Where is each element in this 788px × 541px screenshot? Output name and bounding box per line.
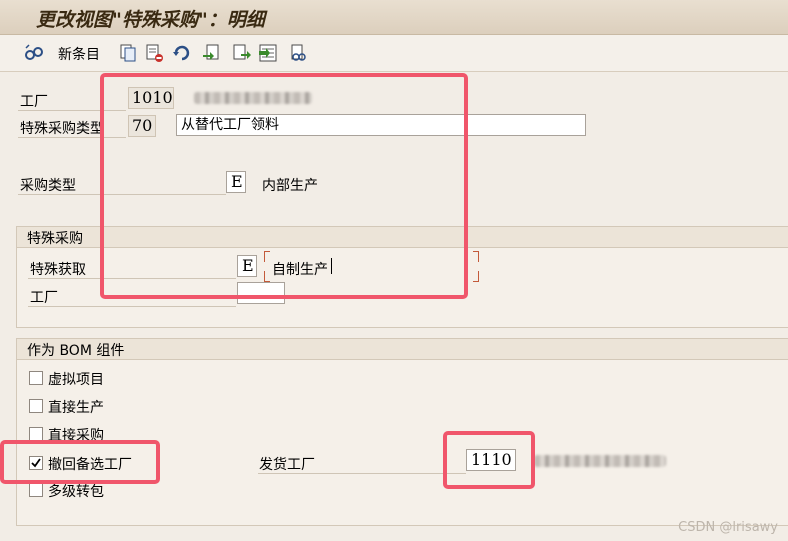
issuing-plant-label: 发货工厂 (259, 457, 315, 473)
phantom-item-label: 虚拟项目 (48, 372, 104, 388)
group-title-bom-component: 作为 BOM 组件 (27, 343, 125, 359)
annotation-box-issuing-plant (443, 431, 535, 489)
special-procurement-type-label: 特殊采购类型 (20, 121, 104, 137)
special-acquisition-label: 特殊获取 (30, 262, 86, 278)
bom-component-group: 作为 BOM 组件 (16, 338, 788, 526)
multilevel-subcontracting-checkbox[interactable] (29, 483, 43, 497)
group-header: 作为 BOM 组件 (17, 339, 788, 360)
phantom-item-checkbox[interactable] (29, 371, 43, 385)
annotation-box-header (100, 73, 468, 299)
direct-production-checkbox[interactable] (29, 399, 43, 413)
deselect-icon[interactable] (258, 43, 278, 63)
watermark: CSDN @lrisawy (678, 520, 778, 535)
print-icon[interactable] (288, 43, 308, 63)
delete-icon[interactable] (144, 43, 164, 63)
issuing-plant-name-blurred (534, 455, 666, 467)
new-entries-button[interactable]: 新条目 (58, 44, 100, 64)
export-icon[interactable] (232, 43, 252, 63)
glasses-icon[interactable] (24, 43, 44, 63)
group-plant-label: 工厂 (30, 290, 58, 306)
plant-label: 工厂 (20, 94, 48, 110)
title-bar: 更改视图"特殊采购"：明细 (0, 0, 788, 35)
select-all-icon[interactable] (202, 43, 222, 63)
copy-icon[interactable] (118, 43, 138, 63)
undo-icon[interactable] (172, 43, 192, 63)
gp-underline (28, 306, 236, 307)
toolbar: 新条目 (0, 35, 788, 72)
multilevel-subcontracting-label: 多级转包 (48, 484, 104, 500)
page-title: 更改视图"特殊采购"：明细 (36, 9, 265, 31)
annotation-box-withdraw (0, 440, 160, 484)
ip-underline (258, 473, 466, 474)
group-title-special-procurement: 特殊采购 (27, 231, 83, 247)
direct-production-label: 直接生产 (48, 400, 104, 416)
procurement-type-label: 采购类型 (20, 178, 76, 194)
bracket-right-bottom (473, 271, 479, 282)
direct-procurement-checkbox[interactable] (29, 427, 43, 441)
bracket-right-top (473, 251, 479, 262)
